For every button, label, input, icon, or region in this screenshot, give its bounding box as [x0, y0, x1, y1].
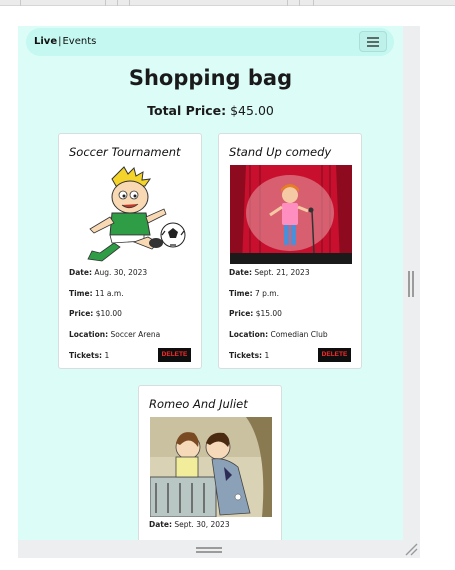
- location-value: Comedian Club: [270, 330, 328, 339]
- date-label: Date:: [69, 268, 92, 277]
- event-date: Date: Sept. 30, 2023: [149, 520, 230, 529]
- time-label: Time:: [69, 289, 93, 298]
- event-title: Soccer Tournament: [69, 145, 181, 159]
- event-tickets: Tickets: 1: [229, 351, 269, 360]
- event-tickets: Tickets: 1: [69, 351, 109, 360]
- total-value: $45.00: [230, 103, 274, 118]
- event-title: Romeo And Juliet: [149, 397, 248, 411]
- date-value: Sept. 30, 2023: [174, 520, 230, 529]
- corner-resize-icon[interactable]: [405, 543, 418, 556]
- event-card: Romeo And Juliet Date: Sept. 30, 2023: [138, 385, 282, 540]
- cartoon-boy-kicking-soccer-ball: [70, 165, 192, 264]
- romeo-and-juliet-balcony-cartoon: [150, 417, 272, 517]
- brand-logo[interactable]: Live|Events: [34, 36, 96, 47]
- date-value: Aug. 30, 2023: [94, 268, 148, 277]
- time-label: Time:: [229, 289, 253, 298]
- hamburger-icon[interactable]: [359, 31, 387, 52]
- tickets-value: 1: [104, 351, 110, 360]
- time-value: 11 a.m.: [94, 289, 124, 298]
- bottom-resize-handle[interactable]: [196, 547, 222, 553]
- browser-top-strip: [0, 0, 455, 6]
- price-label: Price:: [229, 309, 254, 318]
- price-value: $15.00: [255, 309, 282, 318]
- event-title: Stand Up comedy: [229, 145, 332, 159]
- comedian-on-stage-with-microphone: [230, 165, 352, 264]
- location-label: Location:: [229, 330, 269, 339]
- event-card: Soccer Tournament Date: Aug. 30, 2023 Ti…: [58, 133, 202, 369]
- navbar: Live|Events: [26, 28, 394, 56]
- event-price: Price: $15.00: [229, 309, 282, 318]
- event-location: Location: Soccer Arena: [69, 330, 160, 339]
- tickets-value: 1: [264, 351, 270, 360]
- total-price: Total Price: $45.00: [18, 103, 403, 118]
- location-label: Location:: [69, 330, 109, 339]
- brand-bold: Live: [34, 36, 58, 47]
- date-label: Date:: [229, 268, 252, 277]
- brand-separator: |: [58, 36, 62, 47]
- delete-button[interactable]: DELETE: [158, 348, 191, 362]
- location-value: Soccer Arena: [110, 330, 161, 339]
- event-date: Date: Sept. 21, 2023: [229, 268, 310, 277]
- event-time: Time: 11 a.m.: [69, 289, 124, 298]
- event-date: Date: Aug. 30, 2023: [69, 268, 147, 277]
- date-label: Date:: [149, 520, 172, 529]
- time-value: 7 p.m.: [254, 289, 279, 298]
- price-label: Price:: [69, 309, 94, 318]
- event-time: Time: 7 p.m.: [229, 289, 279, 298]
- page-title: Shopping bag: [128, 66, 293, 90]
- delete-button[interactable]: DELETE: [318, 348, 351, 362]
- page-viewport: Live|Events Shopping bag Total Price: $4…: [18, 26, 403, 540]
- tickets-label: Tickets:: [69, 351, 103, 360]
- price-value: $10.00: [95, 309, 122, 318]
- brand-rest: Events: [62, 36, 97, 47]
- event-location: Location: Comedian Club: [229, 330, 328, 339]
- tickets-label: Tickets:: [229, 351, 263, 360]
- event-card: Stand Up comedy Date: Sept. 21, 2023 Tim…: [218, 133, 362, 369]
- date-value: Sept. 21, 2023: [254, 268, 310, 277]
- side-resize-handle[interactable]: [408, 271, 414, 297]
- event-price: Price: $10.00: [69, 309, 122, 318]
- total-label: Total Price:: [147, 103, 227, 118]
